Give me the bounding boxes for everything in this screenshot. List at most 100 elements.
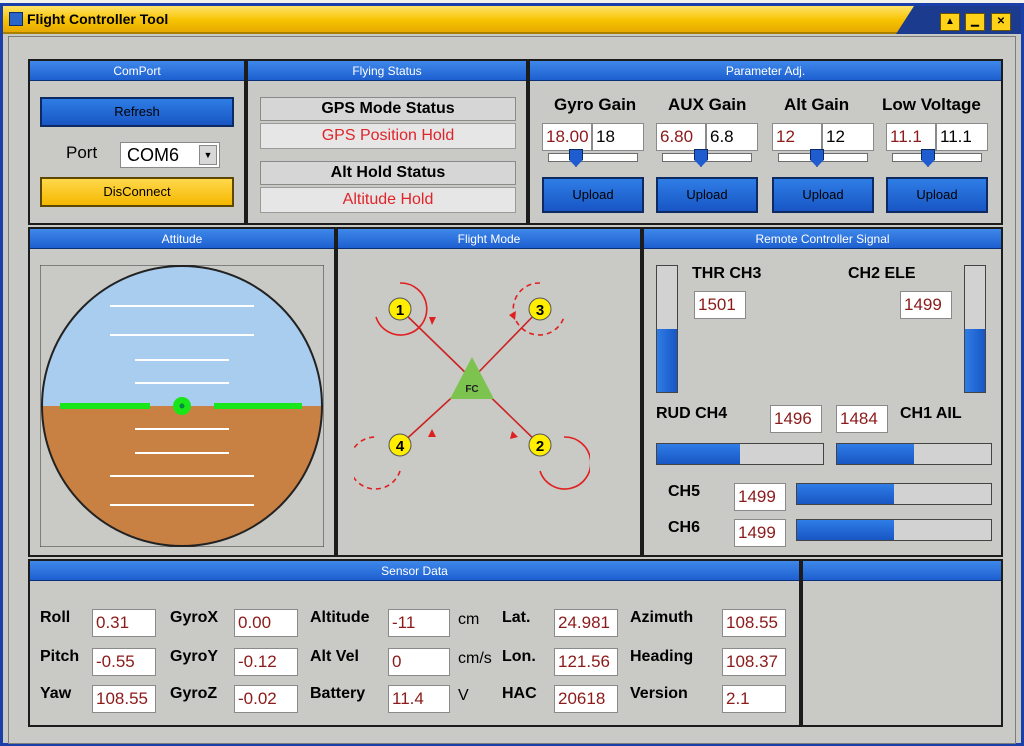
lon-value: 121.56 bbox=[554, 648, 618, 676]
main-frame: ComPort Refresh Port COM6 ▼ DisConnect F… bbox=[8, 36, 1016, 744]
param-label: Gyro Gain bbox=[554, 95, 637, 114]
lon-label: Lon. bbox=[502, 648, 536, 665]
gyroz-value: -0.02 bbox=[234, 685, 298, 713]
attitude-indicator bbox=[40, 265, 324, 547]
param-slider-track[interactable] bbox=[892, 153, 982, 162]
upload-button[interactable]: Upload bbox=[542, 177, 644, 213]
param-slider-thumb[interactable] bbox=[810, 149, 824, 167]
parameter-header: Parameter Adj. bbox=[530, 61, 1001, 81]
alt-hold-title: Alt Hold Status bbox=[260, 161, 516, 185]
gyrox-label: GyroX bbox=[170, 609, 219, 626]
param-label: AUX Gain bbox=[668, 95, 747, 114]
sensor-panel: Sensor Data Roll 0.31 Pitch -0.55 Yaw 10… bbox=[28, 559, 801, 727]
motor-1-label: 1 bbox=[396, 302, 404, 319]
flight-mode-panel: Flight Mode FC 1 2 3 4 bbox=[336, 227, 642, 557]
sensor-header: Sensor Data bbox=[30, 561, 799, 581]
rud-bar-fill bbox=[657, 444, 740, 464]
param-label: Alt Gain bbox=[784, 95, 850, 114]
azimuth-label: Azimuth bbox=[630, 609, 694, 626]
param-slider-thumb[interactable] bbox=[694, 149, 708, 167]
ele-bar bbox=[964, 265, 986, 393]
roll-value: 0.31 bbox=[92, 609, 156, 637]
thr-label: THR CH3 bbox=[692, 265, 762, 282]
azimuth-value: 108.55 bbox=[722, 609, 786, 637]
battery-unit: V bbox=[458, 687, 469, 704]
ele-bar-fill bbox=[965, 329, 985, 392]
fc-label: FC bbox=[465, 384, 478, 395]
altvel-label: Alt Vel bbox=[310, 648, 359, 665]
thr-bar-fill bbox=[657, 329, 677, 392]
chevron-down-icon[interactable]: ▼ bbox=[199, 145, 217, 165]
altvel-unit: cm/s bbox=[458, 650, 492, 667]
ch5-bar bbox=[796, 483, 992, 505]
param-input[interactable]: 18 bbox=[592, 123, 644, 151]
roll-label: Roll bbox=[40, 609, 71, 626]
ch5-value: 1499 bbox=[734, 483, 786, 511]
heading-label: Heading bbox=[630, 648, 694, 665]
port-select[interactable]: COM6 ▼ bbox=[120, 142, 220, 168]
app-window: Flight Controller Tool ▲ ▁ ✕ ComPort Ref… bbox=[0, 3, 1024, 746]
refresh-button[interactable]: Refresh bbox=[40, 97, 234, 127]
param-current-value: 18.00 bbox=[542, 123, 592, 151]
param-current-value: 12 bbox=[772, 123, 822, 151]
parameter-panel: Parameter Adj. Gyro Gain 18.00 18 Upload AUX… bbox=[528, 59, 1003, 225]
pitch-label: Pitch bbox=[40, 648, 80, 665]
heading-value: 108.37 bbox=[722, 648, 786, 676]
blank-panel bbox=[801, 559, 1003, 727]
ele-label: CH2 ELE bbox=[848, 265, 916, 282]
ch6-bar-fill bbox=[797, 520, 894, 540]
upload-button[interactable]: Upload bbox=[886, 177, 988, 213]
gps-mode-value: GPS Position Hold bbox=[260, 123, 516, 149]
rc-header: Remote Controller Signal bbox=[644, 229, 1001, 249]
title-bar[interactable]: Flight Controller Tool ▲ ▁ ✕ bbox=[3, 6, 1021, 34]
flying-status-panel: Flying Status GPS Mode Status GPS Positi… bbox=[246, 59, 528, 225]
close-button[interactable]: ✕ bbox=[991, 13, 1011, 31]
help-button[interactable]: ▲ bbox=[940, 13, 960, 31]
comport-panel: ComPort Refresh Port COM6 ▼ DisConnect bbox=[28, 59, 246, 225]
param-input[interactable]: 6.8 bbox=[706, 123, 758, 151]
quad-diagram: FC 1 2 3 4 bbox=[354, 265, 590, 495]
rud-bar bbox=[656, 443, 824, 465]
ch5-bar-fill bbox=[797, 484, 894, 504]
altitude-label: Altitude bbox=[310, 609, 370, 626]
param-slider-thumb[interactable] bbox=[921, 149, 935, 167]
param-current-value: 11.1 bbox=[886, 123, 936, 151]
upload-button[interactable]: Upload bbox=[656, 177, 758, 213]
gyroy-label: GyroY bbox=[170, 648, 219, 665]
gyroz-label: GyroZ bbox=[170, 685, 218, 702]
version-label: Version bbox=[630, 685, 688, 702]
flight-mode-header: Flight Mode bbox=[338, 229, 640, 249]
flying-status-header: Flying Status bbox=[248, 61, 526, 81]
blank-panel-header bbox=[803, 561, 1001, 581]
ail-bar bbox=[836, 443, 992, 465]
ch6-label: CH6 bbox=[668, 519, 701, 536]
attitude-panel: Attitude bbox=[28, 227, 336, 557]
port-label: Port bbox=[66, 143, 98, 162]
minimize-button[interactable]: ▁ bbox=[965, 13, 985, 31]
thr-bar bbox=[656, 265, 678, 393]
param-current-value: 6.80 bbox=[656, 123, 706, 151]
battery-label: Battery bbox=[310, 685, 366, 702]
altitude-value: -11 bbox=[388, 609, 450, 637]
param-slider-thumb[interactable] bbox=[569, 149, 583, 167]
thr-value: 1501 bbox=[694, 291, 746, 319]
param-slider-track[interactable] bbox=[548, 153, 638, 162]
param-input[interactable]: 12 bbox=[822, 123, 874, 151]
aircraft-dot bbox=[179, 403, 185, 409]
param-input[interactable]: 11.1 bbox=[936, 123, 988, 151]
motor-2-label: 2 bbox=[536, 438, 544, 455]
rud-label: RUD CH4 bbox=[656, 405, 728, 422]
disconnect-button[interactable]: DisConnect bbox=[40, 177, 234, 207]
hac-label: HAC bbox=[502, 685, 537, 702]
version-value: 2.1 bbox=[722, 685, 786, 713]
comport-header: ComPort bbox=[30, 61, 244, 81]
yaw-value: 108.55 bbox=[92, 685, 156, 713]
pitch-value: -0.55 bbox=[92, 648, 156, 676]
rc-panel: Remote Controller Signal THR CH3 1501 CH… bbox=[642, 227, 1003, 557]
ele-value: 1499 bbox=[900, 291, 952, 319]
upload-button[interactable]: Upload bbox=[772, 177, 874, 213]
ch6-bar bbox=[796, 519, 992, 541]
attitude-header: Attitude bbox=[30, 229, 334, 249]
motor-3-label: 3 bbox=[536, 302, 544, 319]
window-title: Flight Controller Tool bbox=[27, 11, 169, 27]
